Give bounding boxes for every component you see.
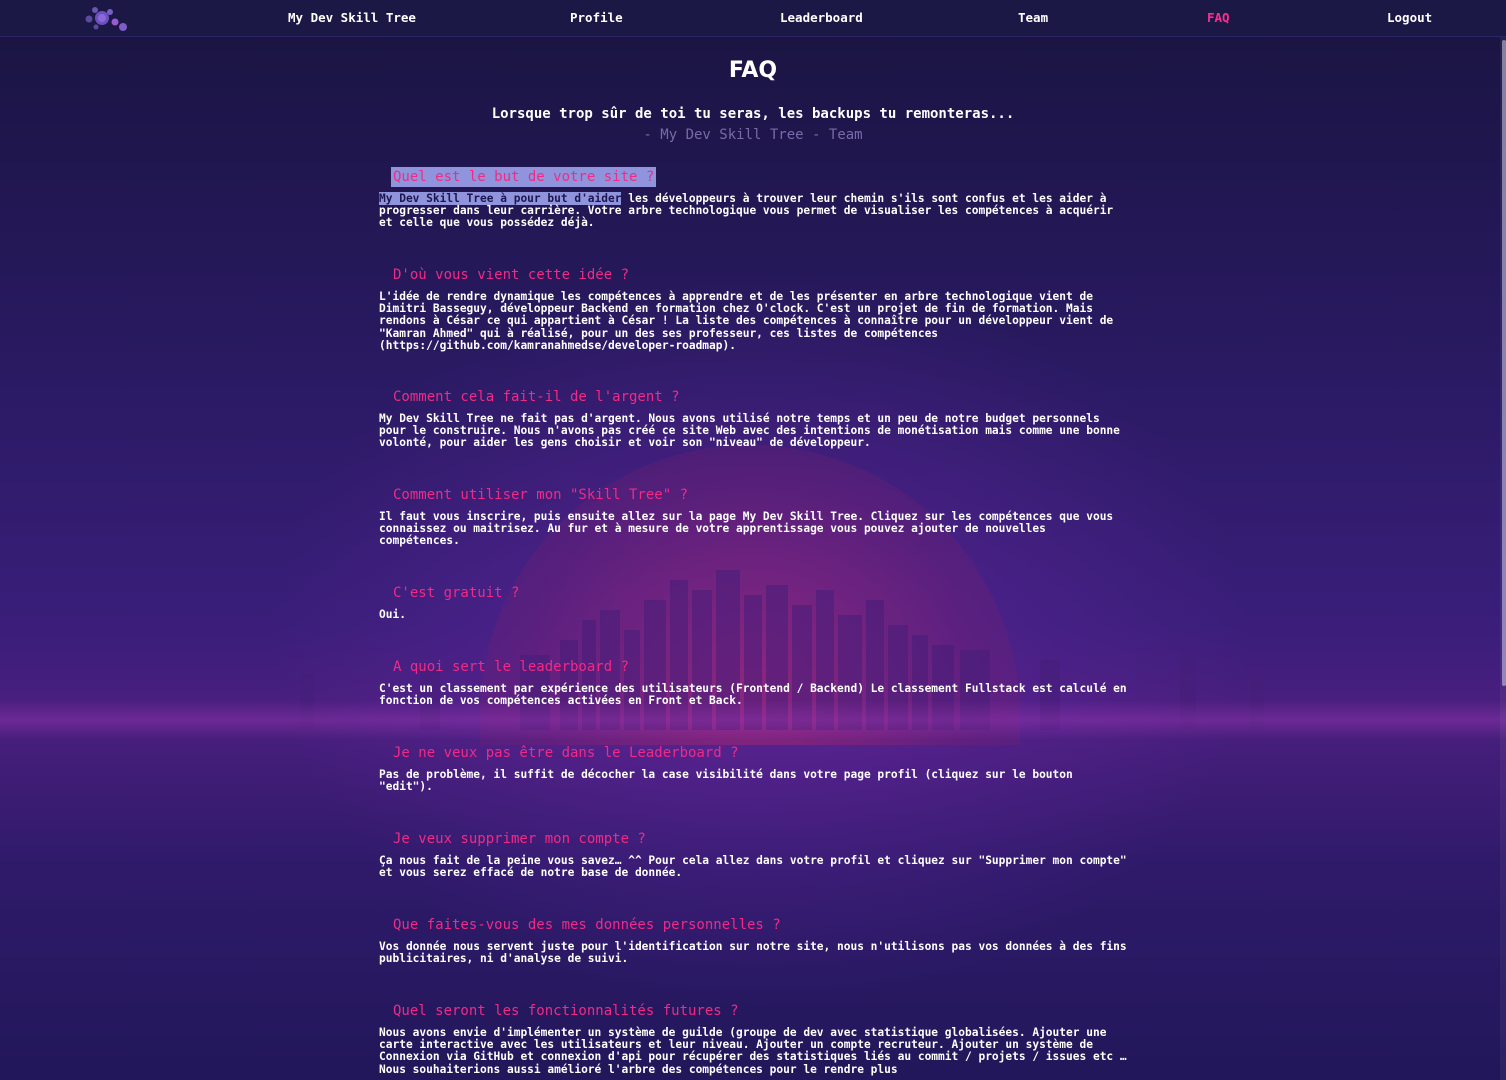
faq-answer: C'est un classement par expérience des u… (379, 682, 1127, 708)
faq-item: Quel est le but de votre site ? My Dev S… (379, 166, 1131, 264)
faq-item: A quoi sert le leaderboard ? C'est un cl… (379, 656, 1131, 742)
nav-link-logout[interactable]: Logout (1387, 10, 1432, 25)
faq-item: Comment utiliser mon "Skill Tree" ? Il f… (379, 484, 1131, 582)
faq-item: D'où vous vient cette idée ? L'idée de r… (379, 264, 1131, 386)
nav-link-skill-tree[interactable]: My Dev Skill Tree (288, 10, 416, 25)
nav-link-leaderboard[interactable]: Leaderboard (780, 10, 863, 25)
selected-text: My Dev Skill Tree à pour but d'aider (379, 192, 622, 205)
nav-link-team[interactable]: Team (1018, 10, 1048, 25)
faq-item: Je veux supprimer mon compte ? Ça nous f… (379, 828, 1131, 914)
faq-question[interactable]: A quoi sert le leaderboard ? (391, 657, 631, 677)
faq-question[interactable]: Comment cela fait-il de l'argent ? (391, 387, 682, 407)
faq-item: Je ne veux pas être dans le Leaderboard … (379, 742, 1131, 828)
faq-question[interactable]: Comment utiliser mon "Skill Tree" ? (391, 485, 690, 505)
faq-question[interactable]: Je ne veux pas être dans le Leaderboard … (391, 743, 741, 763)
molecule-logo-icon[interactable] (80, 2, 130, 34)
quote-author: - My Dev Skill Tree - Team (643, 127, 863, 143)
faq-question[interactable]: Je veux supprimer mon compte ? (391, 829, 648, 849)
faq-item: C'est gratuit ? Oui. (379, 582, 1131, 656)
quote-text: Lorsque trop sûr de toi tu seras, les ba… (491, 106, 1015, 122)
scrollbar-thumb[interactable] (1502, 40, 1506, 686)
page-title: FAQ (728, 58, 778, 83)
faq-question[interactable]: C'est gratuit ? (391, 583, 521, 603)
faq-answer: My Dev Skill Tree à pour but d'aider les… (379, 192, 1131, 230)
faq-answer: Vos donnée nous servent juste pour l'ide… (379, 940, 1127, 966)
faq-question[interactable]: Que faites-vous des mes données personne… (391, 915, 783, 935)
nav-link-profile[interactable]: Profile (570, 10, 623, 25)
top-navbar: My Dev Skill Tree Profile Leaderboard Te… (0, 0, 1506, 37)
faq-item: Comment cela fait-il de l'argent ? My De… (379, 386, 1131, 484)
faq-answer: Oui. (379, 608, 406, 621)
faq-answer: Ça nous fait de la peine vous savez… ^^ … (379, 854, 1127, 880)
faq-item: Que faites-vous des mes données personne… (379, 914, 1131, 1000)
nav-link-faq[interactable]: FAQ (1207, 10, 1230, 25)
faq-answer: Nous avons envie d'implémenter un systèm… (379, 1026, 1127, 1076)
faq-answer: My Dev Skill Tree ne fait pas d'argent. … (379, 412, 1120, 450)
faq-question[interactable]: D'où vous vient cette idée ? (391, 265, 631, 285)
faq-item: Quel seront les fonctionnalités futures … (379, 1000, 1131, 1080)
faq-list: Quel est le but de votre site ? My Dev S… (379, 166, 1131, 1080)
faq-answer: Pas de problème, il suffit de décocher l… (379, 768, 1073, 794)
faq-question[interactable]: Quel est le but de votre site ? (391, 167, 657, 187)
faq-answer: Il faut vous inscrire, puis ensuite alle… (379, 510, 1114, 548)
faq-answer: L'idée de rendre dynamique les compétenc… (379, 290, 1114, 352)
faq-question[interactable]: Quel seront les fonctionnalités futures … (391, 1001, 741, 1021)
